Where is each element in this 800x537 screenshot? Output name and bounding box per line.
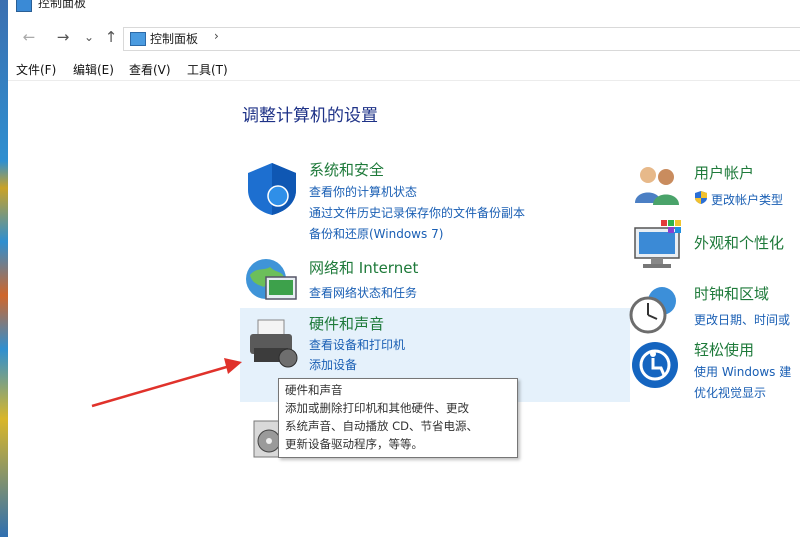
control-panel-window: 控制面板 ← → ⌄ ↑ 控制面板 › 文件(F) 编辑(E) 查看(V) 工具…: [8, 0, 800, 537]
desktop-background-strip: [0, 0, 8, 537]
annotation-arrow: [91, 358, 242, 408]
